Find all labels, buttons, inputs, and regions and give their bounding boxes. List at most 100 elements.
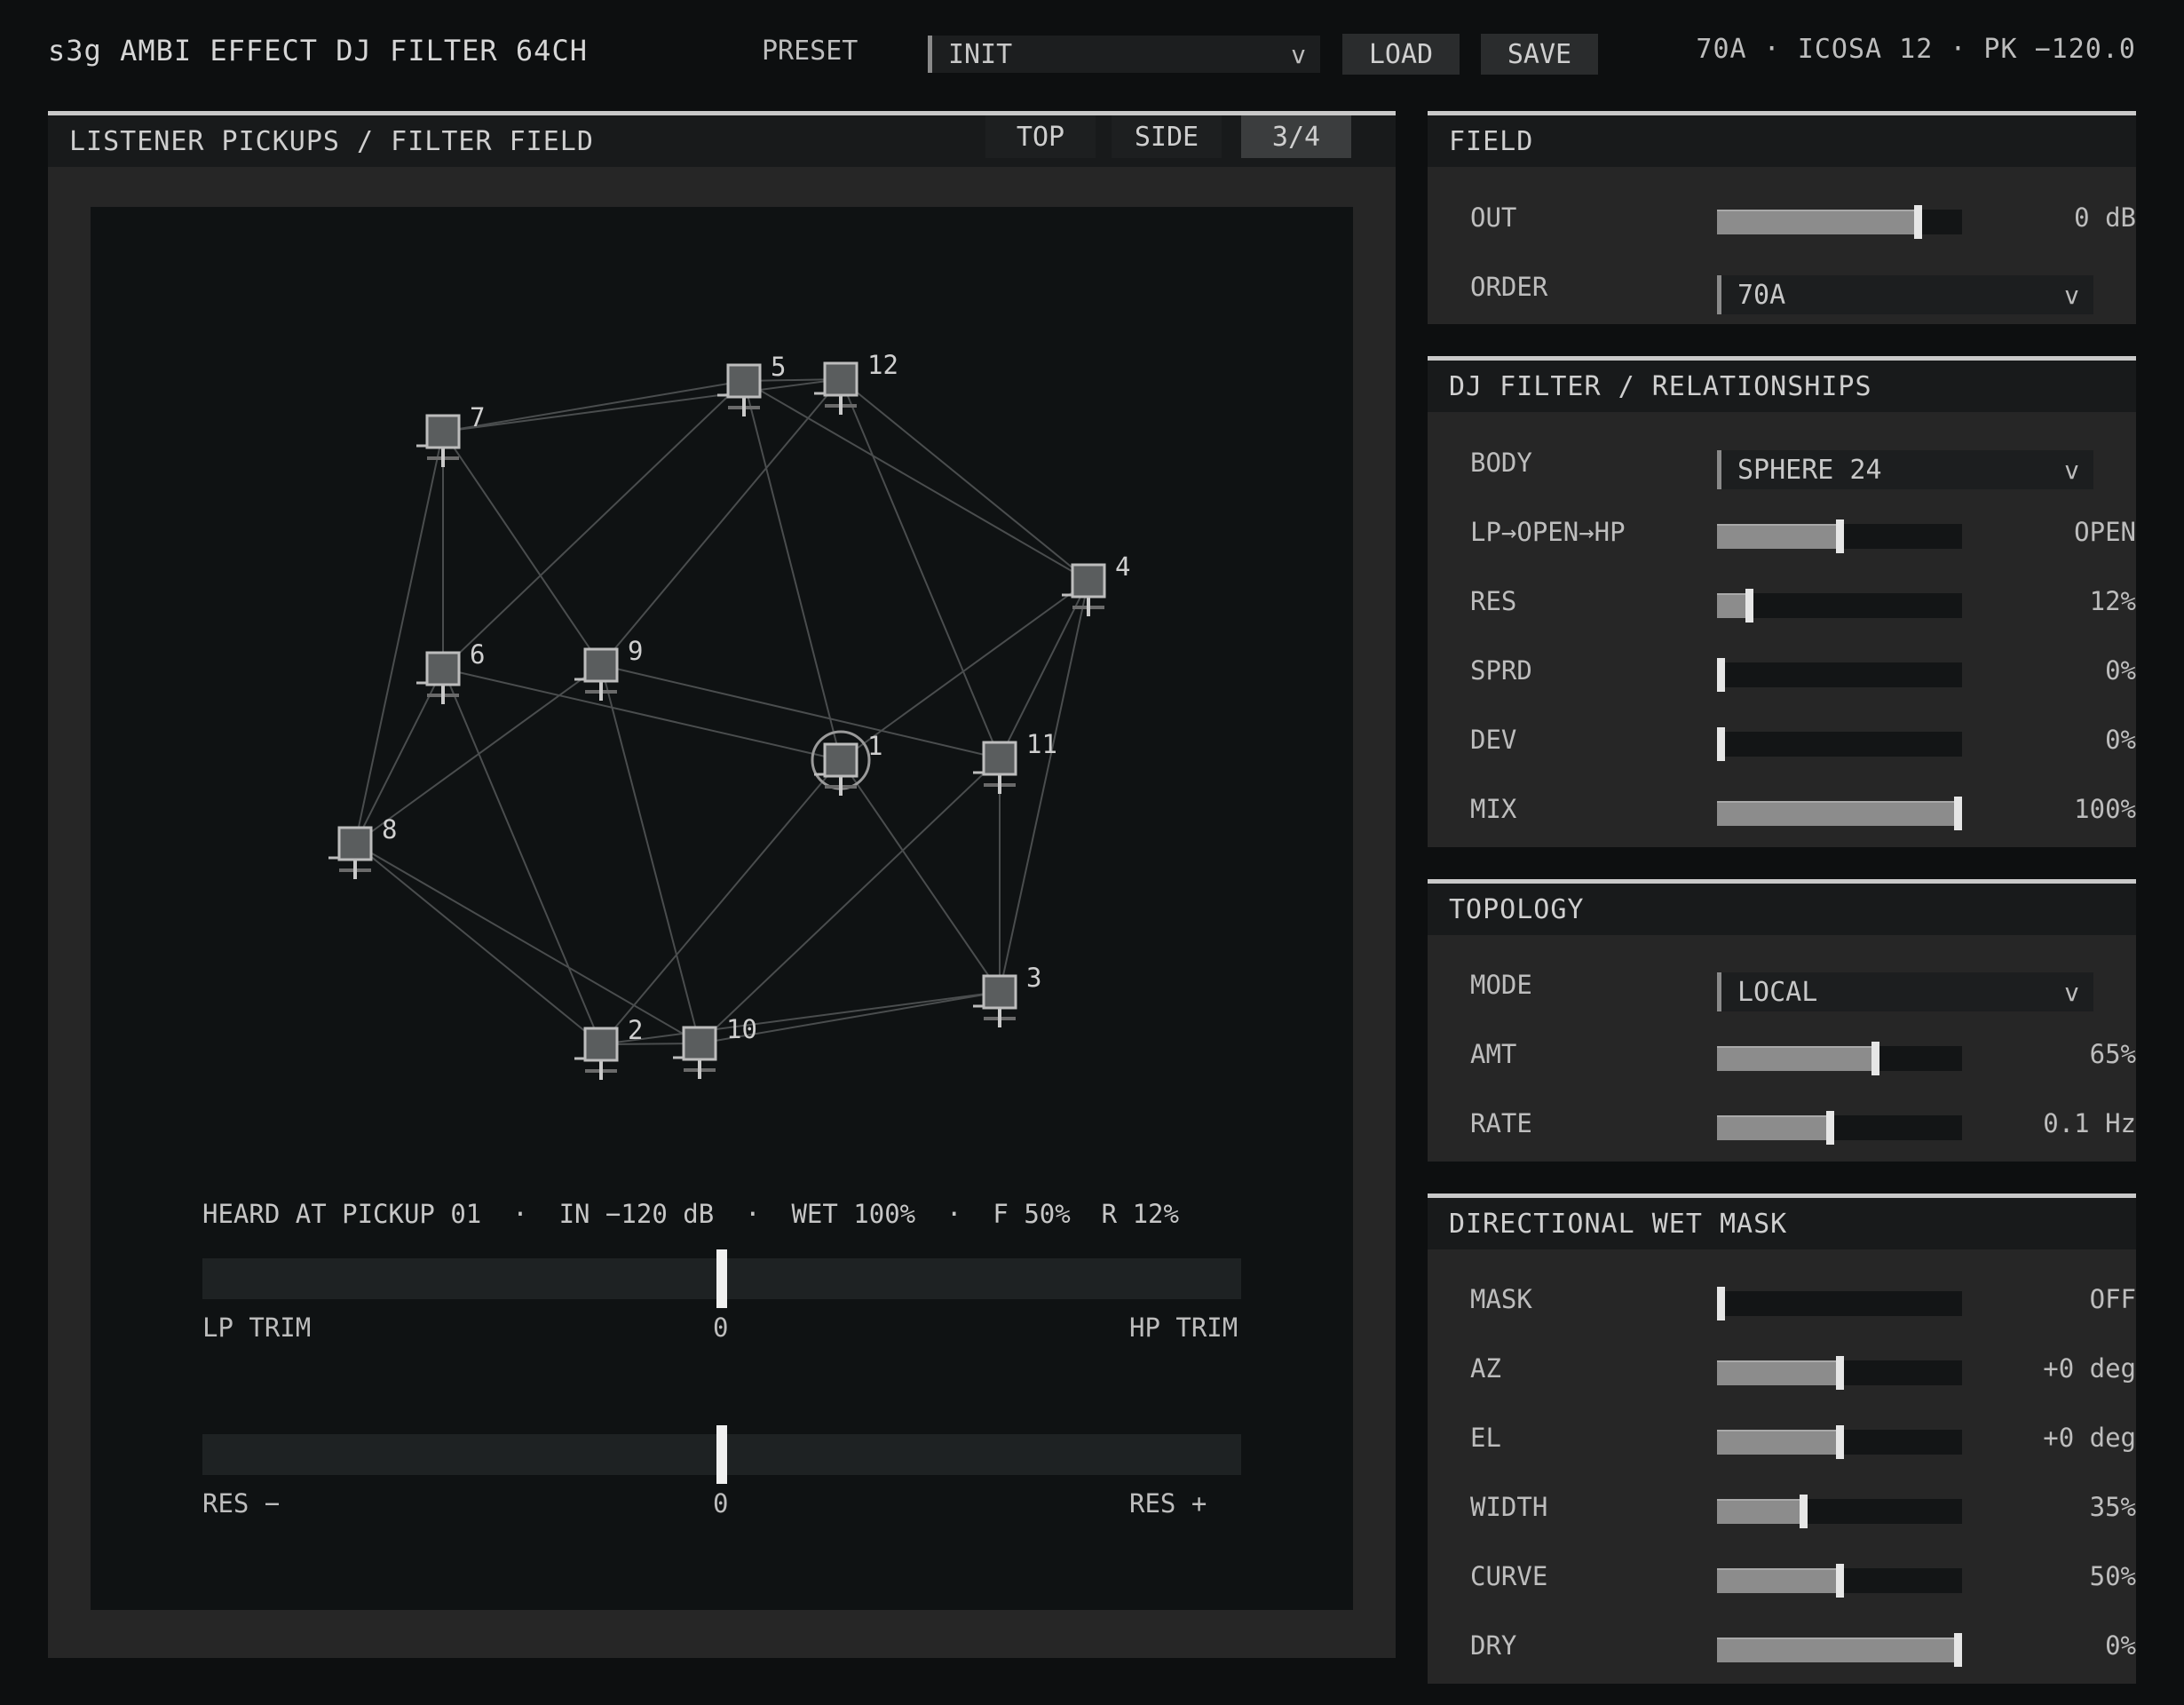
pickup-icon [682,1026,717,1061]
tab-three-quarter[interactable]: 3/4 [1241,115,1351,158]
el-label: EL [1470,1423,1501,1453]
body-value: SPHERE 24 [1737,454,1882,486]
pickup-graph[interactable]: 123456789101112 [91,207,1353,1610]
dev-label: DEV [1470,725,1517,755]
amt-slider[interactable] [1717,1042,1962,1075]
az-value: +0 deg [2043,1353,2136,1384]
pickup-node-6[interactable]: 6 [416,639,485,704]
sprd-slider[interactable] [1717,658,1962,692]
pickup-label: 6 [470,639,485,670]
chevron-down-icon: v [2064,977,2079,1007]
el-value: +0 deg [2043,1423,2136,1453]
mix-label: MIX [1470,794,1517,824]
pickup-icon [982,741,1017,776]
res-center-label: 0 [713,1488,729,1519]
pickup-link [600,664,1001,759]
load-button[interactable]: LOAD [1342,34,1460,75]
lp-open-hp-slider[interactable] [1717,519,1962,553]
pickup-link [442,431,602,666]
el-slider[interactable] [1717,1425,1962,1459]
preset-value: INIT [948,38,1013,70]
pickup-link [840,378,1089,582]
rate-value: 0.1 Hz [2043,1108,2136,1138]
out-label: OUT [1470,202,1517,233]
dev-slider[interactable] [1717,727,1962,761]
mask-label: MASK [1470,1284,1532,1314]
chevron-down-icon: v [2064,455,2079,485]
app-title: s3g AMBI EFFECT DJ FILTER 64CH [48,34,588,67]
pickup-label: 11 [1026,729,1057,759]
out-value: 0 dB [2074,202,2136,233]
preset-select[interactable]: INIT v [928,36,1320,73]
res-trim-thumb[interactable] [716,1425,727,1484]
pickup-link [699,757,1001,1044]
pickup-link [840,378,1001,759]
lp-open-hp-label: LP→OPEN→HP [1470,517,1626,547]
mode-label: MODE [1470,970,1532,1000]
tab-top[interactable]: TOP [985,115,1096,158]
dry-slider[interactable] [1717,1633,1962,1667]
dry-value: 0% [2105,1630,2136,1661]
mix-slider[interactable] [1717,797,1962,830]
pickup-icon [583,1027,619,1062]
pickup-link [442,378,842,432]
rate-label: RATE [1470,1108,1532,1138]
rate-slider[interactable] [1717,1111,1962,1145]
az-slider[interactable] [1717,1356,1962,1390]
pickup-label: 10 [726,1014,757,1044]
field-section-title: FIELD [1449,125,1534,157]
save-button[interactable]: SAVE [1481,34,1598,75]
pickup-node-5[interactable]: 5 [717,352,786,416]
order-select[interactable]: 70A v [1717,275,2093,314]
width-value: 35% [2089,1492,2136,1522]
hp-trim-label: HP TRIM [1129,1312,1238,1343]
res-value: 12% [2089,586,2136,616]
res-slider[interactable] [1717,589,1962,623]
pickup-link [442,668,602,1045]
pickup-node-9[interactable]: 9 [574,636,643,701]
chevron-down-icon: v [2064,280,2079,310]
width-slider[interactable] [1717,1495,1962,1528]
pickup-node-2[interactable]: 2 [574,1015,643,1080]
topology-section-title: TOPOLOGY [1449,893,1585,925]
order-value: 70A [1737,279,1786,311]
out-slider[interactable] [1717,205,1962,239]
dev-value: 0% [2105,725,2136,755]
pickup-label: 1 [867,731,882,761]
sprd-label: SPRD [1470,655,1532,686]
pickup-label: 7 [470,402,485,432]
chevron-down-icon: v [1291,39,1306,69]
sprd-value: 0% [2105,655,2136,686]
pickup-node-1[interactable]: 1 [811,730,882,796]
mask-slider[interactable] [1717,1287,1962,1320]
lp-hp-trim-thumb[interactable] [716,1249,727,1308]
pickup-link [840,759,1001,993]
pickup-icon [823,361,859,397]
res-trim-slider[interactable] [202,1425,1241,1484]
pickup-label: 12 [867,350,898,380]
pickup-node-4[interactable]: 4 [1062,551,1130,616]
pickup-label: 8 [382,814,397,845]
field-panel-title: LISTENER PICKUPS / FILTER FIELD [69,125,594,157]
pickup-node-12[interactable]: 12 [814,350,898,415]
pickup-node-10[interactable]: 10 [673,1014,757,1079]
body-select[interactable]: SPHERE 24 v [1717,450,2093,489]
pickup-node-7[interactable]: 7 [416,402,485,467]
tab-side[interactable]: SIDE [1112,115,1222,158]
res-label: RES [1470,586,1517,616]
curve-value: 50% [2089,1561,2136,1591]
lp-hp-trim-slider[interactable] [202,1249,1241,1308]
dry-label: DRY [1470,1630,1517,1661]
pickup-icon [823,742,859,778]
pickup-icon [982,974,1017,1010]
mode-select[interactable]: LOCAL v [1717,972,2093,1011]
curve-slider[interactable] [1717,1564,1962,1598]
az-label: AZ [1470,1353,1501,1384]
pickup-label: 5 [771,352,786,382]
pickup-field[interactable]: 1 2 3 4 5 6 7 8 9 10 11 12 [91,207,1353,1610]
preset-label: PRESET [762,36,859,67]
pickup-node-3[interactable]: 3 [973,963,1041,1027]
pickup-link [743,380,1089,582]
trim-center-label: 0 [713,1312,729,1343]
amt-value: 65% [2089,1039,2136,1069]
